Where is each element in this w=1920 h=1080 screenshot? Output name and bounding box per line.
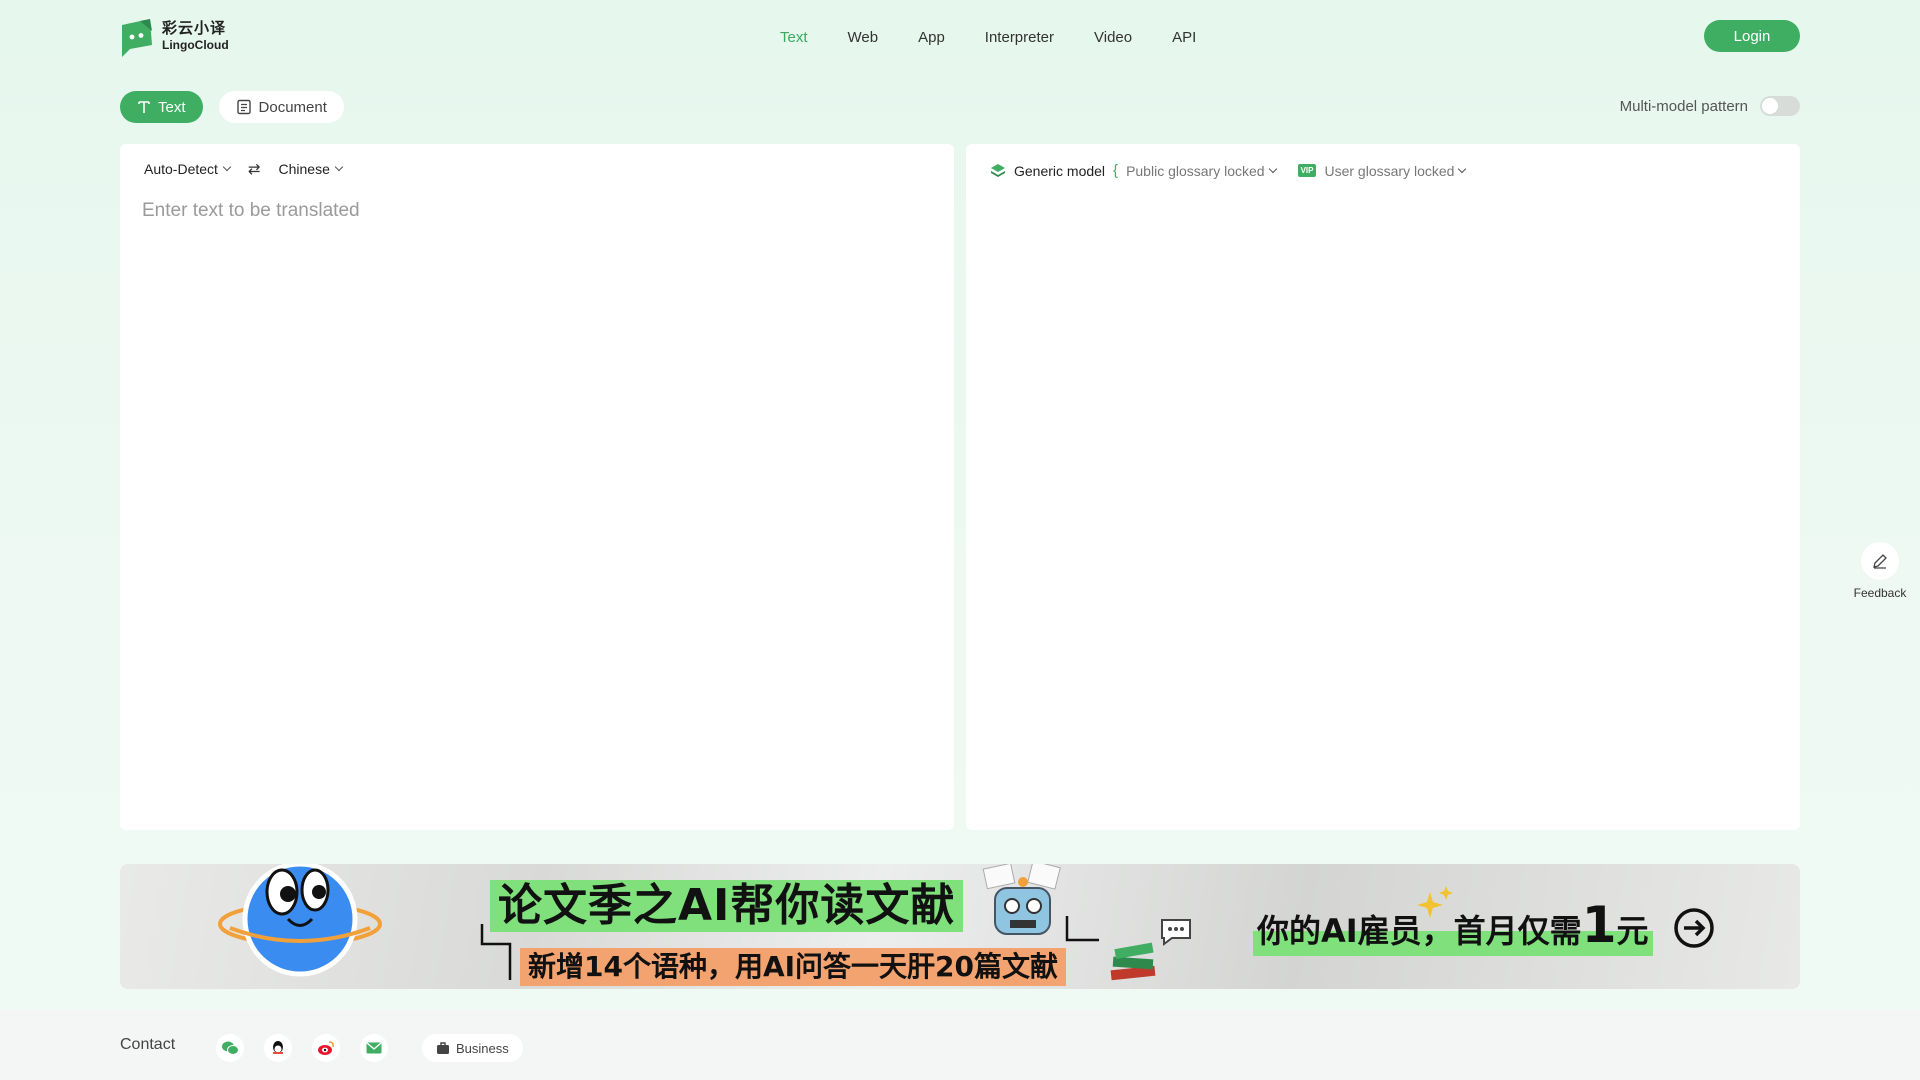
banner-offer-prefix: 你的AI雇员，首月仅需 xyxy=(1257,912,1582,950)
banner-offer-suffix: 元 xyxy=(1616,912,1649,950)
source-language-label: Auto-Detect xyxy=(144,161,218,177)
robot-icon xyxy=(982,864,1061,935)
model-bar: Generic model { Public glossary locked V… xyxy=(990,162,1467,179)
social-links: Business xyxy=(216,1034,523,1062)
language-bar: Auto-Detect ⇄ Chinese xyxy=(144,160,344,178)
corner-line-icon xyxy=(1065,916,1099,942)
document-icon xyxy=(236,99,251,115)
main-nav: Text Web App Interpreter Video API xyxy=(760,14,1216,60)
multi-model-label: Multi-model pattern xyxy=(1619,97,1748,115)
target-language-label: Chinese xyxy=(278,161,330,177)
layers-icon xyxy=(991,163,1005,177)
nav-api[interactable]: API xyxy=(1152,29,1216,46)
source-panel: Auto-Detect ⇄ Chinese xyxy=(120,144,954,830)
qq-icon[interactable] xyxy=(264,1034,292,1062)
user-glossary-select[interactable]: User glossary locked xyxy=(1324,162,1467,179)
footer: Contact Business xyxy=(0,1010,1920,1080)
feedback-label: Feedback xyxy=(1853,586,1907,600)
public-glossary-label: Public glossary locked xyxy=(1126,162,1265,179)
logo-cn-text: 彩云小译 xyxy=(162,20,227,37)
target-language-select[interactable]: Chinese xyxy=(278,161,344,177)
contact-label: Contact xyxy=(120,1036,176,1053)
banner-offer: 你的AI雇员，首月仅需1元 xyxy=(1253,900,1653,956)
chevron-down-icon xyxy=(222,162,232,172)
bracket-glyph: { xyxy=(1113,162,1119,179)
chat-bubble-icon xyxy=(1161,919,1191,946)
banner-title: 论文季之AI帮你读文献 xyxy=(490,880,964,932)
swap-languages-icon[interactable]: ⇄ xyxy=(248,160,261,178)
tab-document-label: Document xyxy=(258,98,327,116)
tab-text-label: Text xyxy=(158,98,186,116)
target-panel: Generic model { Public glossary locked V… xyxy=(966,144,1800,830)
business-label: Business xyxy=(456,1040,509,1056)
feedback-button[interactable]: Feedback xyxy=(1850,542,1910,600)
nav-interpreter[interactable]: Interpreter xyxy=(965,29,1074,46)
multi-model-toggle[interactable] xyxy=(1760,96,1800,116)
nav-text[interactable]: Text xyxy=(760,29,828,46)
vip-badge: VIP xyxy=(1297,164,1317,177)
weibo-icon[interactable] xyxy=(312,1034,340,1062)
chevron-down-icon xyxy=(1458,164,1467,173)
briefcase-icon xyxy=(437,1042,449,1054)
logo-icon xyxy=(122,19,152,57)
nav-video[interactable]: Video xyxy=(1074,29,1152,46)
tab-document[interactable]: Document xyxy=(218,91,344,123)
login-button[interactable]: Login xyxy=(1704,20,1800,52)
tab-text[interactable]: Text xyxy=(120,91,203,123)
logo[interactable]: 彩云小译 LingoCloud xyxy=(120,17,229,57)
feedback-circle xyxy=(1861,542,1899,580)
user-glossary-label: User glossary locked xyxy=(1324,162,1455,179)
promo-banner[interactable]: 论文季之AI帮你读文献 新增14个语种，用AI问答一天肝20篇文献 你的AI雇员… xyxy=(120,864,1800,989)
nav-app[interactable]: App xyxy=(898,29,965,46)
email-icon[interactable] xyxy=(360,1034,388,1062)
pen-icon xyxy=(1873,554,1887,569)
planet-mascot-icon xyxy=(218,864,382,977)
wechat-icon[interactable] xyxy=(216,1034,244,1062)
mode-tabs: Text Document xyxy=(120,91,344,123)
multi-model-control: Multi-model pattern xyxy=(1620,96,1800,116)
banner-offer-price: 1 xyxy=(1581,896,1617,954)
banner-subtitle: 新增14个语种，用AI问答一天肝20篇文献 xyxy=(520,948,1067,986)
source-language-select[interactable]: Auto-Detect xyxy=(144,161,232,177)
source-text-input[interactable] xyxy=(142,200,932,800)
text-icon xyxy=(138,101,150,113)
arrow-right-circle-icon xyxy=(1674,908,1714,948)
books-icon xyxy=(1110,942,1156,981)
chevron-down-icon xyxy=(334,162,344,172)
public-glossary-select[interactable]: Public glossary locked xyxy=(1126,162,1277,179)
chevron-down-icon xyxy=(1268,164,1277,173)
nav-web[interactable]: Web xyxy=(828,29,899,46)
bracket-line-icon xyxy=(480,924,512,980)
business-button[interactable]: Business xyxy=(422,1034,523,1062)
logo-en-text: LingoCloud xyxy=(162,38,229,52)
model-name[interactable]: Generic model xyxy=(1014,163,1105,179)
header: 彩云小译 LingoCloud Text Web App Interpreter… xyxy=(120,14,1800,60)
